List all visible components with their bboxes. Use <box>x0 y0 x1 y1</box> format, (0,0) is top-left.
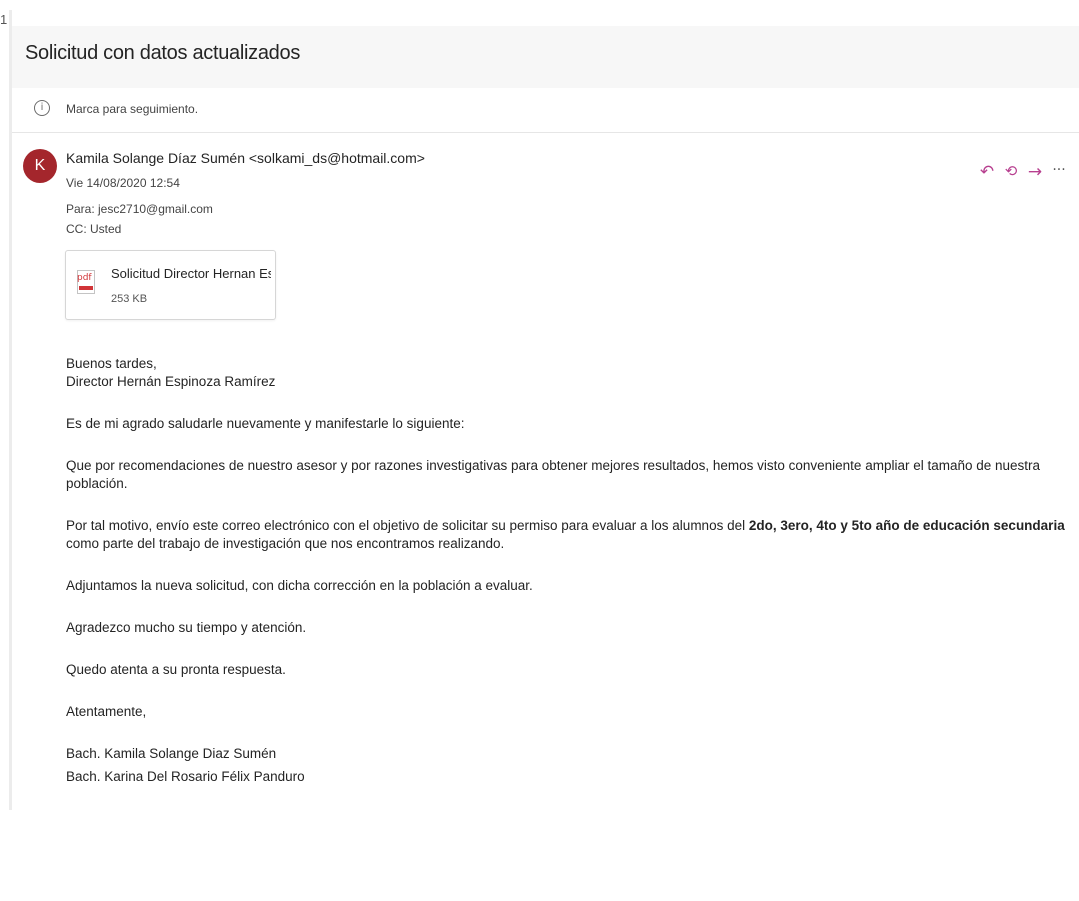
paragraph-await: Quedo atenta a su pronta respuesta. <box>66 662 286 677</box>
email-body: Buenos tardes, Director Hernán Espinoza … <box>66 355 1074 786</box>
reply-icon[interactable]: ↶ <box>975 162 999 182</box>
sent-date: Vie 14/08/2020 12:54 <box>66 176 180 190</box>
request-text-end: como parte del trabajo de investigación … <box>66 536 505 551</box>
to-recipients: Para: jesc2710@gmail.com <box>66 202 213 216</box>
request-text-start: Por tal motivo, envío este correo electr… <box>66 518 749 533</box>
sender-name[interactable]: Kamila Solange Díaz Sumén <solkami_ds@ho… <box>66 150 425 166</box>
flag-status-text: Marca para seguimiento. <box>66 102 199 116</box>
paragraph-intro: Es de mi agrado saludarle nuevamente y m… <box>66 416 465 431</box>
closing: Atentamente, <box>66 704 147 719</box>
reply-all-icon[interactable]: ⟲ <box>999 162 1023 182</box>
paragraph-request: Por tal motivo, envío este correo electr… <box>66 517 1074 553</box>
corner-mark: 1 <box>0 12 8 27</box>
signature-2: Bach. Karina Del Rosario Félix Panduro <box>66 769 305 784</box>
cc-recipients: CC: Usted <box>66 222 122 236</box>
info-icon: i <box>34 100 50 116</box>
paragraph-thanks: Agradezco mucho su tiempo y atención. <box>66 620 307 635</box>
paragraph-attachment-note: Adjuntamos la nueva solicitud, con dicha… <box>66 578 533 593</box>
attachment-name: Solicitud Director Hernan Esp... <box>111 266 271 281</box>
paragraph-reason: Que por recomendaciones de nuestro aseso… <box>66 458 1041 491</box>
more-icon[interactable]: ··· <box>1047 162 1071 182</box>
addressee: Director Hernán Espinoza Ramírez <box>66 374 276 389</box>
request-highlight: 2do, 3ero, 4to y 5to año de educación se… <box>748 518 1065 533</box>
signature-1: Bach. Kamila Solange Diaz Sumén <box>66 746 277 761</box>
attachment-size: 253 KB <box>111 293 148 305</box>
forward-icon[interactable]: → <box>1023 162 1047 182</box>
greeting: Buenos tardes, <box>66 356 157 371</box>
email-subject: Solicitud con datos actualizados <box>25 42 301 64</box>
message-actions: ↶ ⟲ → ··· <box>975 162 1071 182</box>
attachment-card[interactable]: pdf Solicitud Director Hernan Esp... 253… <box>65 250 276 320</box>
pdf-file-icon: pdf <box>77 270 95 294</box>
avatar[interactable]: K <box>23 149 57 183</box>
